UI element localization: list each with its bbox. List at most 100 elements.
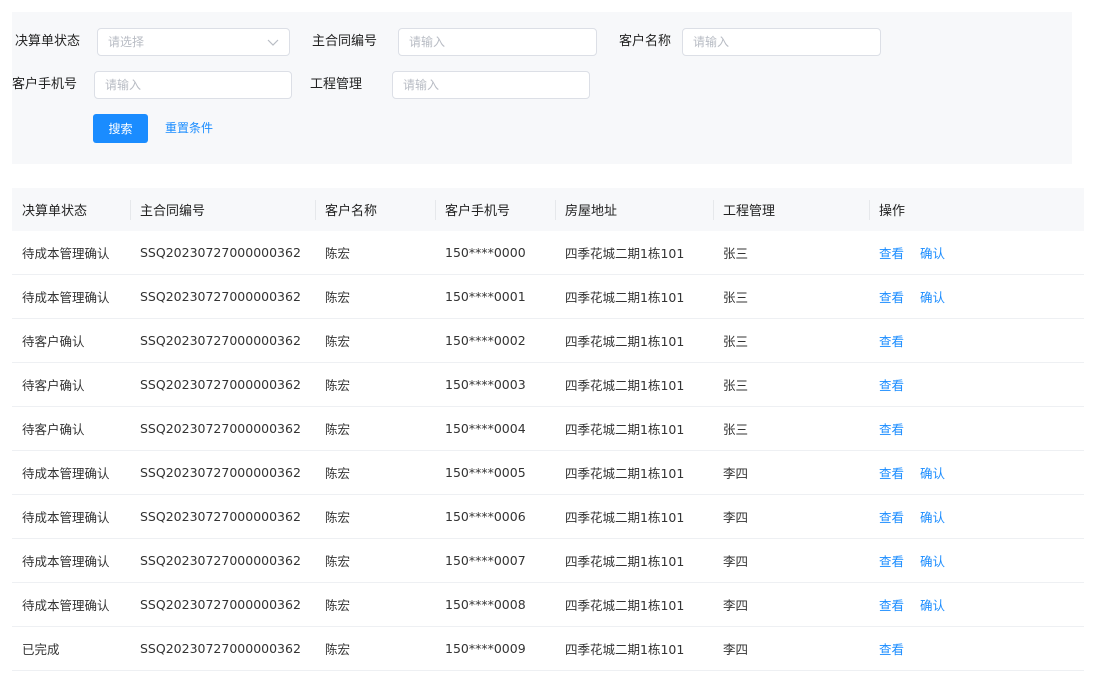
project-input[interactable] bbox=[392, 71, 590, 99]
cell-actions: 查看 确认 bbox=[869, 582, 1084, 627]
cell-actions: 查看 bbox=[869, 626, 1084, 671]
cell-contract: SSQ20230727000000362 bbox=[130, 494, 315, 539]
cell-status: 待成本管理确认 bbox=[12, 494, 130, 539]
cell-manager: 李四 bbox=[713, 582, 869, 627]
cell-customer: 陈宏 bbox=[315, 626, 435, 671]
table-row: 已完成 SSQ20230727000000362 陈宏 150****0009 四季花城… bbox=[12, 626, 1084, 671]
cell-customer: 陈宏 bbox=[315, 406, 435, 451]
view-link[interactable]: 查看 bbox=[879, 246, 904, 261]
cell-manager: 李四 bbox=[713, 538, 869, 583]
cell-status: 待成本管理确认 bbox=[12, 582, 130, 627]
table-row: 待成本管理确认 SSQ20230727000000362 陈宏 150****0008… bbox=[12, 582, 1084, 627]
customer-input[interactable] bbox=[682, 28, 881, 56]
view-link[interactable]: 查看 bbox=[879, 598, 904, 613]
table-row: 待成本管理确认 SSQ20230727000000362 陈宏 150****0007… bbox=[12, 538, 1084, 583]
status-select[interactable]: 请选择 bbox=[97, 28, 290, 56]
view-link[interactable]: 查看 bbox=[879, 642, 904, 657]
cell-phone: 150****0009 bbox=[435, 626, 555, 671]
phone-filter-label: 客户手机号 bbox=[12, 77, 78, 92]
table-header-row: 决算单状态 主合同编号 客户名称 客户手机号 房屋地址 工程管理 操作 bbox=[12, 188, 1084, 231]
cell-manager: 张三 bbox=[713, 274, 869, 319]
cell-status: 待客户确认 bbox=[12, 318, 130, 363]
cell-actions: 查看 确认 bbox=[869, 274, 1084, 319]
confirm-link[interactable]: 确认 bbox=[920, 510, 945, 525]
view-link[interactable]: 查看 bbox=[879, 334, 904, 349]
cell-actions: 查看 确认 bbox=[869, 538, 1084, 583]
cell-actions: 查看 bbox=[869, 318, 1084, 363]
cell-phone: 150****0002 bbox=[435, 318, 555, 363]
cell-manager: 张三 bbox=[713, 406, 869, 451]
view-link[interactable]: 查看 bbox=[879, 466, 904, 481]
cell-manager: 张三 bbox=[713, 231, 869, 275]
confirm-link[interactable]: 确认 bbox=[920, 246, 945, 261]
cell-phone: 150****0007 bbox=[435, 538, 555, 583]
table-row: 待成本管理确认 SSQ20230727000000362 陈宏 150****0005… bbox=[12, 450, 1084, 495]
view-link[interactable]: 查看 bbox=[879, 554, 904, 569]
cell-manager: 张三 bbox=[713, 362, 869, 407]
cell-address: 四季花城二期1栋101 bbox=[555, 274, 713, 319]
cell-status: 待成本管理确认 bbox=[12, 274, 130, 319]
cell-contract: SSQ20230727000000362 bbox=[130, 362, 315, 407]
cell-actions: 查看 bbox=[869, 406, 1084, 451]
table-row: 待客户确认 SSQ20230727000000362 陈宏 150****0003 四季… bbox=[12, 362, 1084, 407]
column-header-phone: 客户手机号 bbox=[435, 188, 555, 231]
table-row: 待成本管理确认 SSQ20230727000000362 陈宏 150****0006… bbox=[12, 494, 1084, 539]
column-header-manager: 工程管理 bbox=[713, 188, 869, 231]
cell-customer: 陈宏 bbox=[315, 362, 435, 407]
project-filter-label: 工程管理 bbox=[310, 77, 363, 92]
contract-input[interactable] bbox=[398, 28, 597, 56]
cell-actions: 查看 确认 bbox=[869, 231, 1084, 275]
table-row: 待客户确认 SSQ20230727000000362 陈宏 150****0004 四季… bbox=[12, 406, 1084, 451]
customer-filter-label: 客户名称 bbox=[619, 34, 672, 49]
cell-status: 待客户确认 bbox=[12, 362, 130, 407]
confirm-link[interactable]: 确认 bbox=[920, 598, 945, 613]
cell-phone: 150****0006 bbox=[435, 494, 555, 539]
cell-address: 四季花城二期1栋101 bbox=[555, 318, 713, 363]
cell-phone: 150****0005 bbox=[435, 450, 555, 495]
status-select-placeholder: 请选择 bbox=[108, 35, 145, 49]
cell-contract: SSQ20230727000000362 bbox=[130, 582, 315, 627]
cell-address: 四季花城二期1栋101 bbox=[555, 494, 713, 539]
column-header-contract: 主合同编号 bbox=[130, 188, 315, 231]
cell-phone: 150****0003 bbox=[435, 362, 555, 407]
confirm-link[interactable]: 确认 bbox=[920, 290, 945, 305]
table-row: 待成本管理确认 SSQ20230727000000362 陈宏 150****0001… bbox=[12, 274, 1084, 319]
cell-customer: 陈宏 bbox=[315, 538, 435, 583]
phone-input[interactable] bbox=[94, 71, 292, 99]
column-header-status: 决算单状态 bbox=[22, 204, 88, 219]
search-button[interactable]: 搜索 bbox=[93, 114, 148, 143]
cell-contract: SSQ20230727000000362 bbox=[130, 231, 315, 275]
contract-filter-label: 主合同编号 bbox=[312, 34, 378, 49]
cell-status: 待成本管理确认 bbox=[12, 231, 130, 275]
cell-manager: 张三 bbox=[713, 318, 869, 363]
column-header-address: 房屋地址 bbox=[555, 188, 713, 231]
cell-contract: SSQ20230727000000362 bbox=[130, 450, 315, 495]
cell-phone: 150****0000 bbox=[435, 231, 555, 275]
cell-contract: SSQ20230727000000362 bbox=[130, 406, 315, 451]
cell-address: 四季花城二期1栋101 bbox=[555, 450, 713, 495]
cell-phone: 150****0008 bbox=[435, 582, 555, 627]
chevron-down-icon bbox=[267, 39, 279, 46]
cell-contract: SSQ20230727000000362 bbox=[130, 318, 315, 363]
cell-address: 四季花城二期1栋101 bbox=[555, 626, 713, 671]
cell-actions: 查看 确认 bbox=[869, 450, 1084, 495]
cell-customer: 陈宏 bbox=[315, 450, 435, 495]
view-link[interactable]: 查看 bbox=[879, 422, 904, 437]
table-row: 待成本管理确认 SSQ20230727000000362 陈宏 150****0000… bbox=[12, 231, 1084, 275]
confirm-link[interactable]: 确认 bbox=[920, 466, 945, 481]
column-header-actions: 操作 bbox=[869, 188, 1084, 231]
cell-manager: 李四 bbox=[713, 494, 869, 539]
cell-customer: 陈宏 bbox=[315, 274, 435, 319]
results-table: 决算单状态 主合同编号 客户名称 客户手机号 房屋地址 工程管理 操作 待成本管… bbox=[12, 188, 1084, 671]
view-link[interactable]: 查看 bbox=[879, 510, 904, 525]
view-link[interactable]: 查看 bbox=[879, 378, 904, 393]
cell-status: 待客户确认 bbox=[12, 406, 130, 451]
cell-customer: 陈宏 bbox=[315, 494, 435, 539]
view-link[interactable]: 查看 bbox=[879, 290, 904, 305]
cell-status: 待成本管理确认 bbox=[12, 450, 130, 495]
cell-contract: SSQ20230727000000362 bbox=[130, 274, 315, 319]
confirm-link[interactable]: 确认 bbox=[920, 554, 945, 569]
reset-button[interactable]: 重置条件 bbox=[165, 114, 213, 143]
cell-manager: 李四 bbox=[713, 626, 869, 671]
cell-status: 已完成 bbox=[12, 626, 130, 671]
